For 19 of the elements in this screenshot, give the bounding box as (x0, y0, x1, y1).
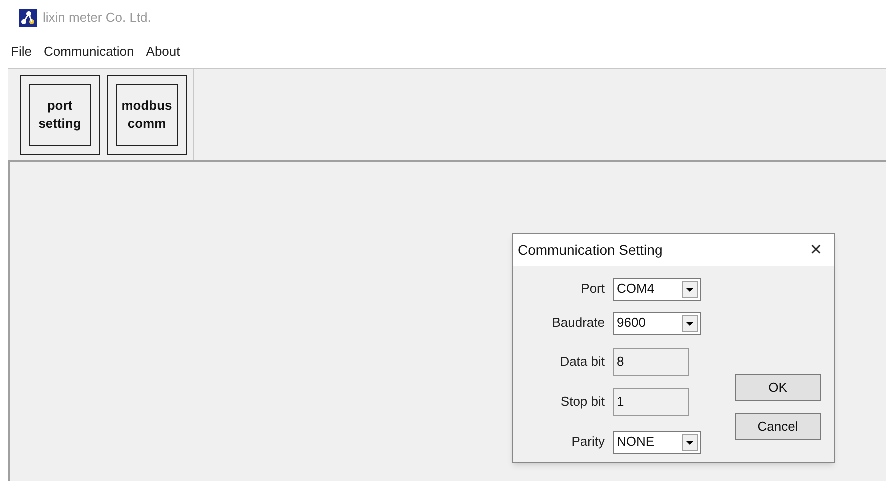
dropdown[interactable]: 9600 (613, 312, 701, 334)
menu-item[interactable]: File (5, 42, 38, 62)
dropdown[interactable]: NONE (613, 430, 701, 454)
menu-item[interactable]: Communication (38, 42, 140, 62)
dialog-button[interactable]: Cancel (735, 413, 821, 440)
window-title: lixin meter Co. Ltd. (43, 9, 152, 28)
field-label: Stop bit (560, 393, 606, 412)
dialog-button[interactable]: OK (735, 374, 821, 401)
field-label: Data bit (559, 353, 606, 372)
close-button[interactable]: × (808, 240, 824, 260)
field-label: Baudrate (551, 314, 606, 332)
dropdown[interactable]: COM4 (613, 278, 701, 300)
toolbar-button[interactable]: modbus comm (107, 74, 187, 154)
app-icon (19, 9, 37, 27)
toolbar-button[interactable]: port setting (20, 74, 100, 154)
menu-item[interactable]: About (140, 42, 186, 62)
field-label: Port (580, 280, 606, 298)
field-label: Parity (570, 433, 606, 452)
dialog-title: Communication Setting (518, 240, 663, 260)
